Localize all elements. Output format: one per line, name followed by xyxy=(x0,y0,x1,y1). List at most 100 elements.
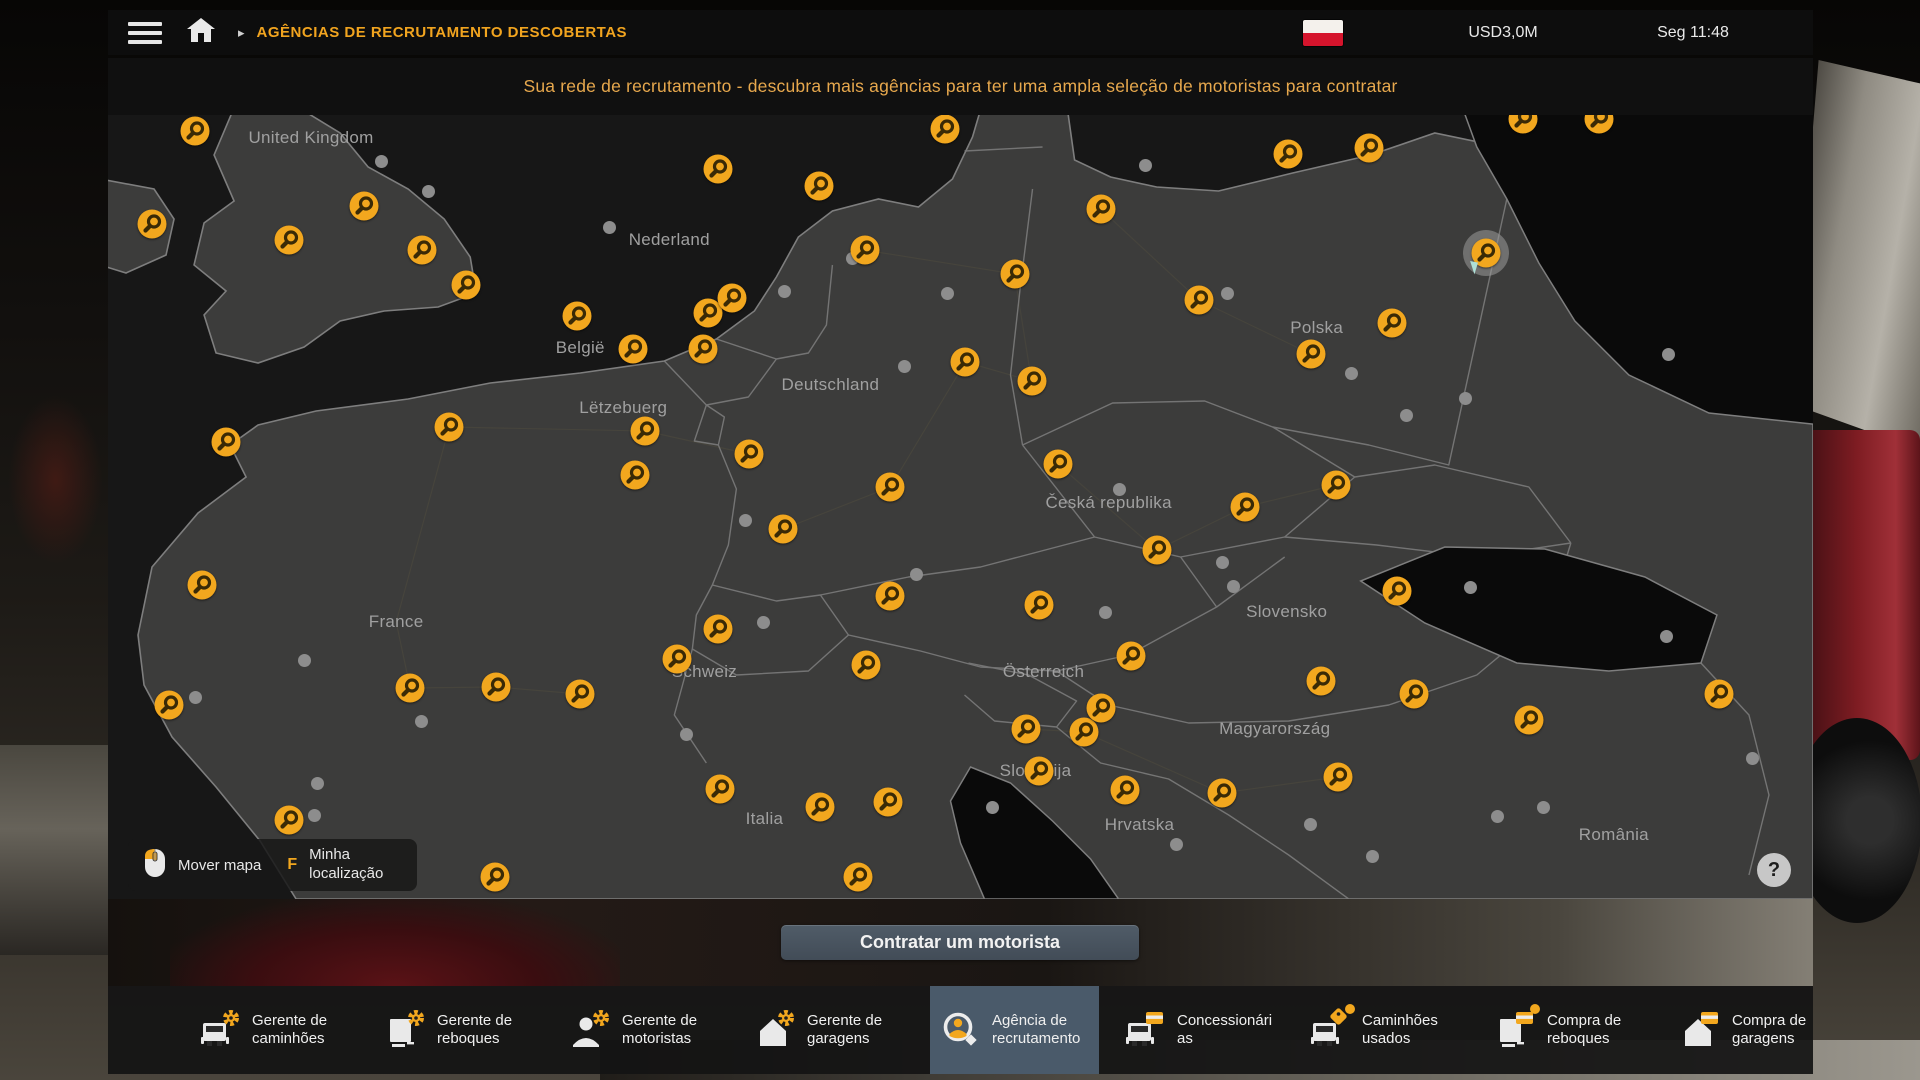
agency-marker[interactable] xyxy=(1230,492,1260,522)
undiscovered-city-dot xyxy=(298,654,311,667)
agency-marker[interactable] xyxy=(154,690,184,720)
agency-marker[interactable] xyxy=(274,805,304,835)
agency-marker[interactable] xyxy=(768,514,798,544)
agency-marker[interactable] xyxy=(620,460,650,490)
agency-marker[interactable] xyxy=(187,570,217,600)
agency-marker[interactable] xyxy=(875,472,905,502)
trailer-gear-icon xyxy=(384,1008,428,1052)
agency-marker[interactable] xyxy=(562,301,592,331)
toolbar-item-truck-tag[interactable]: Caminhões usados xyxy=(1300,986,1469,1074)
agency-marker[interactable] xyxy=(1273,139,1303,169)
toolbar-item-truck-gear[interactable]: Gerente de caminhões xyxy=(190,986,359,1074)
agency-marker[interactable] xyxy=(1296,339,1326,369)
agency-marker[interactable] xyxy=(407,235,437,265)
notification-badge xyxy=(1530,1004,1540,1014)
agency-marker[interactable] xyxy=(434,412,464,442)
agency-marker[interactable] xyxy=(930,115,960,144)
hire-driver-button[interactable]: Contratar um motorista xyxy=(781,925,1139,960)
mouse-icon xyxy=(144,848,166,883)
agency-marker[interactable] xyxy=(1086,693,1116,723)
map-terrain xyxy=(108,115,1813,899)
agency-marker[interactable] xyxy=(804,171,834,201)
scene-truck-cab xyxy=(1798,430,1920,760)
agency-marker[interactable] xyxy=(1323,762,1353,792)
agency-marker[interactable] xyxy=(1011,714,1041,744)
toolbar-item-trailer-card[interactable]: Compra de reboques xyxy=(1485,986,1654,1074)
agency-marker[interactable] xyxy=(734,439,764,469)
agency-marker[interactable] xyxy=(618,334,648,364)
agency-marker[interactable] xyxy=(1399,679,1429,709)
toolbar-item-garage-gear[interactable]: Gerente de garagens xyxy=(745,986,914,1074)
truck-gear-icon xyxy=(199,1008,243,1052)
agency-marker[interactable] xyxy=(703,154,733,184)
agency-marker[interactable] xyxy=(180,116,210,146)
toolbar-item-label: Compra de garagens xyxy=(1732,1012,1830,1047)
agency-marker[interactable] xyxy=(850,235,880,265)
agency-marker[interactable] xyxy=(630,416,660,446)
agency-marker[interactable] xyxy=(1110,775,1140,805)
agency-marker[interactable] xyxy=(705,774,735,804)
toolbar-item-label: Concessionárias xyxy=(1177,1012,1275,1047)
agency-marker[interactable] xyxy=(1142,535,1172,565)
agency-marker[interactable] xyxy=(1024,756,1054,786)
toolbar-item-label: Gerente de garagens xyxy=(807,1012,905,1047)
agency-marker[interactable] xyxy=(565,679,595,709)
help-button[interactable]: ? xyxy=(1757,853,1791,887)
trailer-card-icon xyxy=(1494,1008,1538,1052)
location-key-label: F xyxy=(287,856,297,874)
agency-marker[interactable] xyxy=(662,644,692,674)
agency-marker[interactable] xyxy=(211,427,241,457)
agency-marker[interactable] xyxy=(717,283,747,313)
toolbar-item-label: Gerente de motoristas xyxy=(622,1012,720,1047)
agency-marker[interactable] xyxy=(1354,133,1384,163)
agency-marker[interactable] xyxy=(843,862,873,892)
agency-marker[interactable] xyxy=(274,225,304,255)
agency-marker[interactable] xyxy=(875,581,905,611)
toolbar-item-label: Compra de reboques xyxy=(1547,1012,1645,1047)
toolbar-item-trailer-gear[interactable]: Gerente de reboques xyxy=(375,986,544,1074)
undiscovered-city-dot xyxy=(778,285,791,298)
agency-marker[interactable] xyxy=(1024,590,1054,620)
agency-marker[interactable] xyxy=(1017,366,1047,396)
toolbar-item-garage-card[interactable]: Compra de garagens xyxy=(1670,986,1839,1074)
toolbar-item-truck-card[interactable]: Concessionárias xyxy=(1115,986,1284,1074)
home-icon xyxy=(186,16,216,49)
screen: ▸ AGÊNCIAS DE RECRUTAMENTO DESCOBERTAS U… xyxy=(0,0,1920,1080)
agency-marker[interactable] xyxy=(1382,576,1412,606)
agency-marker[interactable] xyxy=(1306,666,1336,696)
agency-marker[interactable] xyxy=(1000,259,1030,289)
agency-marker[interactable] xyxy=(1584,115,1614,134)
agency-marker[interactable] xyxy=(1043,449,1073,479)
agency-marker[interactable] xyxy=(1184,285,1214,315)
poland-flag-icon[interactable] xyxy=(1303,20,1343,46)
agency-marker[interactable] xyxy=(480,862,510,892)
europe-map[interactable]: United KingdomNederlandBelgiëLëtzebuergD… xyxy=(108,115,1813,899)
agency-marker[interactable] xyxy=(950,347,980,377)
scene-concrete-blocks xyxy=(0,745,108,955)
agency-marker[interactable] xyxy=(481,672,511,702)
toolbar-item-recruitment-search[interactable]: Agência de recrutamento xyxy=(930,986,1099,1074)
menu-button hamburger-icon[interactable] xyxy=(128,17,162,49)
agency-marker[interactable] xyxy=(395,673,425,703)
home-button[interactable] xyxy=(186,16,216,49)
agency-marker[interactable] xyxy=(1116,641,1146,671)
agency-marker[interactable] xyxy=(1514,705,1544,735)
agency-marker[interactable] xyxy=(805,792,835,822)
agency-marker[interactable] xyxy=(1508,115,1538,134)
toolbar-item-driver-gear[interactable]: Gerente de motoristas xyxy=(560,986,729,1074)
move-map-label: Mover mapa xyxy=(178,857,261,874)
undiscovered-city-dot xyxy=(1139,159,1152,172)
truck-card-icon xyxy=(1124,1008,1168,1052)
agency-marker[interactable] xyxy=(1704,679,1734,709)
agency-marker[interactable] xyxy=(1377,308,1407,338)
agency-marker[interactable] xyxy=(1207,778,1237,808)
agency-marker[interactable] xyxy=(1321,470,1351,500)
agency-marker[interactable] xyxy=(688,334,718,364)
agency-marker[interactable] xyxy=(851,650,881,680)
agency-marker[interactable] xyxy=(137,209,167,239)
agency-marker[interactable] xyxy=(1086,194,1116,224)
agency-marker[interactable] xyxy=(451,270,481,300)
agency-marker[interactable] xyxy=(873,787,903,817)
agency-marker[interactable] xyxy=(349,191,379,221)
agency-marker[interactable] xyxy=(703,614,733,644)
